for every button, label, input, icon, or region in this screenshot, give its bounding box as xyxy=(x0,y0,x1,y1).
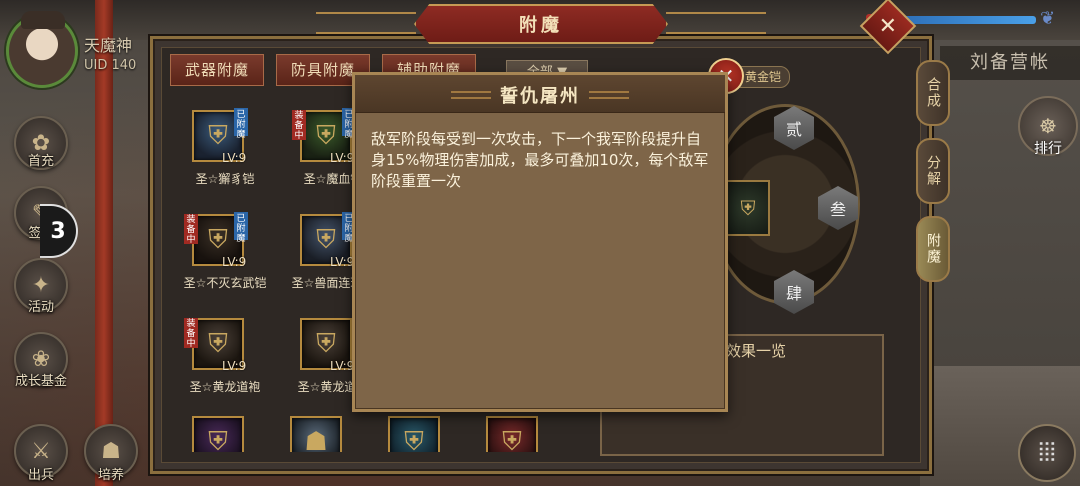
effects-title: 效果一览 xyxy=(726,342,787,360)
camp-title: 刘备营帐 xyxy=(940,46,1080,80)
wing-icon: ❦ xyxy=(1040,8,1056,29)
item-level: LV:9 xyxy=(222,359,247,373)
mask-icon: ☗ xyxy=(290,416,342,452)
menu-button[interactable]: ⦙⦙⦙ xyxy=(1018,424,1076,482)
player-uid: UID 140 xyxy=(84,58,137,73)
equipment-item[interactable]: ⛨ xyxy=(366,408,476,452)
ranking-label: 排行 xyxy=(1034,141,1062,157)
item-name: 圣☆不灭玄武铠 xyxy=(183,276,267,290)
player-name: 天魔神 xyxy=(84,36,133,55)
popup-description: 敌军阶段每受到一次攻击，下一个我军阶段提升自身15%物理伤害加成，最多可叠加10… xyxy=(371,130,709,190)
item-level: LV:9 xyxy=(330,255,355,269)
equipment-item[interactable]: ⛨ xyxy=(464,408,574,452)
equipped-badge: 装备中 xyxy=(184,318,198,349)
skill-popup: 誓仇屠州 敌军阶段每受到一次攻击，下一个我军阶段提升自身15%物理伤害加成，最多… xyxy=(352,72,728,412)
title-ornament-left xyxy=(316,12,416,34)
train-label: 培养 xyxy=(97,468,124,483)
activity-label: 活动 xyxy=(27,300,54,315)
equipped-badge: 装备中 xyxy=(184,214,198,245)
panel-title: 附魔 xyxy=(414,4,668,44)
army-icon: ⚔ xyxy=(31,438,51,464)
tab-synthesize[interactable]: 合成 xyxy=(916,60,950,126)
menu-icon: ⦙⦙⦙ xyxy=(1038,437,1056,468)
item-level: LV:9 xyxy=(222,151,247,165)
equipment-item[interactable]: ⛨ 装备中 已附魔 LV:9 圣☆不灭玄武铠 xyxy=(170,200,280,300)
selected-armor-icon[interactable]: ⛨ xyxy=(726,180,770,236)
growth-fund-label: 成长基金 xyxy=(14,374,67,389)
fund-icon: ❀ xyxy=(31,346,51,372)
equipment-item[interactable]: ⛨ 装备中 LV:9 圣☆黄龙道袍 xyxy=(170,304,280,404)
equipment-item[interactable]: ⛨ xyxy=(170,408,280,452)
ranking-icon: ☸ xyxy=(1039,114,1057,138)
tab-weapon-enchant[interactable]: 武器附魔 xyxy=(170,54,264,86)
enchanted-badge: 已附魔 xyxy=(234,108,248,140)
activity-icon: ✦ xyxy=(31,272,51,298)
player-avatar[interactable] xyxy=(6,11,78,88)
close-icon: ✕ xyxy=(878,13,898,39)
avatar-headdress xyxy=(21,11,65,29)
item-level: LV:9 xyxy=(222,255,247,269)
progress-bar-blue xyxy=(900,16,1036,24)
item-name: 圣☆獬豸铠 xyxy=(195,172,255,186)
tab-enchant[interactable]: 附魔 xyxy=(916,216,950,282)
dispatch-label: 出兵 xyxy=(27,468,54,483)
train-icon: ☗ xyxy=(101,438,121,464)
tab-decompose[interactable]: 分解 xyxy=(916,138,950,204)
armor-icon: ⛨ xyxy=(486,416,538,452)
armor-icon: ⛨ xyxy=(192,416,244,452)
armor-icon: ⛨ xyxy=(388,416,440,452)
equipment-item[interactable]: ☗ xyxy=(268,408,378,452)
first-charge-label: 首充 xyxy=(27,154,54,169)
item-level: LV:9 xyxy=(330,151,355,165)
equipment-item[interactable]: ⛨ 已附魔 LV:9 圣☆獬豸铠 xyxy=(170,96,280,196)
item-level: LV:9 xyxy=(330,359,355,373)
equipped-badge: 装备中 xyxy=(292,110,306,141)
item-name: 圣☆黄龙道袍 xyxy=(189,380,261,394)
popup-title: 誓仇屠州 xyxy=(500,86,580,107)
title-ornament-right xyxy=(666,12,766,34)
enchanted-badge: 已附魔 xyxy=(234,212,248,244)
